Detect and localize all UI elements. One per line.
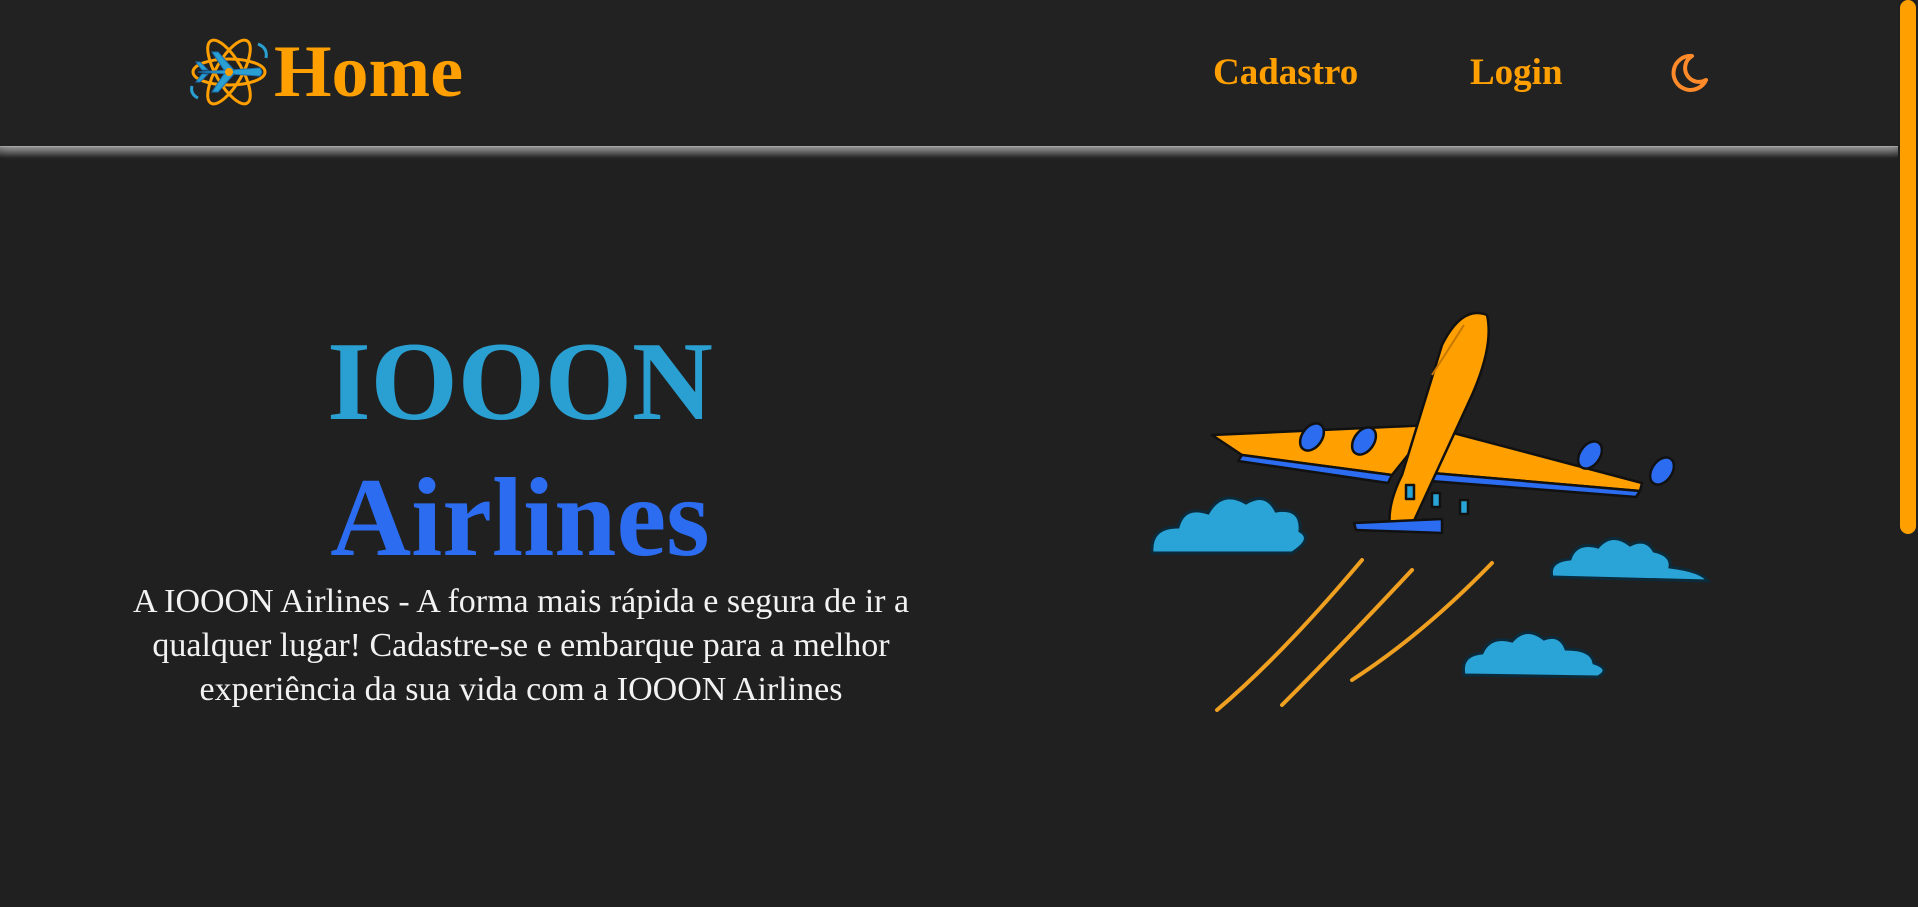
vertical-scrollbar[interactable] — [1898, 0, 1918, 907]
site-header: Home Cadastro Login — [0, 0, 1898, 146]
airplane-with-clouds-illustration — [1150, 311, 1711, 712]
atom-airplane-logo-icon — [190, 38, 268, 106]
home-link[interactable]: Home — [188, 34, 463, 110]
page: Home Cadastro Login IOOON Airlines A IOO… — [0, 0, 1918, 907]
header-divider — [0, 146, 1898, 158]
nav-cadastro-link[interactable]: Cadastro — [1213, 50, 1358, 96]
hero-description: A IOOON Airlines - A forma mais rápida e… — [132, 583, 910, 708]
moon-icon[interactable] — [1666, 50, 1712, 96]
hero-title-line2: Airlines — [330, 456, 710, 580]
nav-login-link[interactable]: Login — [1470, 50, 1563, 96]
hero-title-line1: IOOON — [327, 320, 713, 444]
brand-label: Home — [274, 31, 464, 113]
scrollbar-thumb[interactable] — [1900, 0, 1916, 534]
